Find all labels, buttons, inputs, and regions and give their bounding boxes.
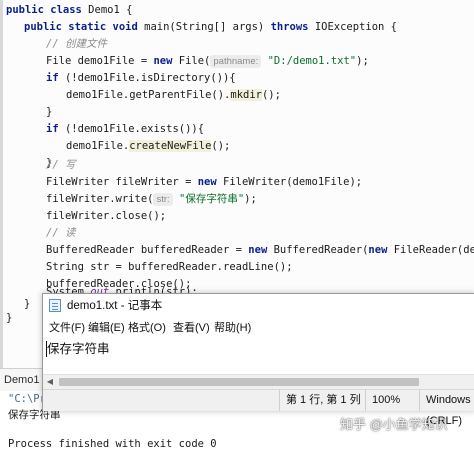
code-text: } — [46, 106, 53, 118]
code-text: String str = bufferedReader.readLine(); — [46, 261, 293, 273]
parameter-hint: pathname: — [210, 55, 262, 68]
code-text: demo1File. — [66, 140, 130, 152]
notepad-text-area[interactable]: 保存字符串 — [45, 340, 110, 358]
string-literal: "保存字符串" — [179, 193, 245, 205]
code-text: (); — [211, 140, 231, 152]
code-line-13: fileWriter.write(str: "保存字符串"); — [46, 191, 257, 208]
string-literal: "D:/demo1.txt" — [267, 55, 357, 67]
code-line-16: BufferedReader bufferedReader = new Buff… — [46, 242, 474, 259]
code-text: fileWriter.write( — [46, 193, 154, 205]
code-line-comment-write: // 写 — [46, 157, 75, 174]
code-text: fileWriter.close(); — [46, 210, 167, 222]
notepad-menubar: 文件(F) 编辑(E) 格式(O) 查看(V) 帮助(H) — [43, 318, 474, 338]
code-line-21: } — [6, 310, 12, 327]
watermark: 知乎 @小鱼学知识 — [340, 417, 448, 432]
parameter-hint: str: — [153, 193, 173, 206]
notepad-titlebar[interactable]: demo1.txt - 记事本 — [43, 294, 474, 318]
highlighted-method: mkdir — [230, 89, 262, 101]
code-text: FileWriter(demo1File); — [216, 176, 363, 188]
status-zoom: 100% — [365, 390, 400, 411]
keyword: public static void — [24, 21, 138, 33]
code-text: BufferedReader( — [267, 244, 369, 256]
keyword: new — [368, 244, 388, 256]
code-text: ); — [356, 55, 369, 67]
comment: // 写 — [46, 159, 76, 171]
code-line-4: File demo1File = new File(pathname: "D:/… — [46, 53, 369, 70]
keyword: public class — [6, 4, 82, 16]
comment: // 读 — [46, 227, 76, 239]
scroll-left-arrow-icon[interactable]: ◀ — [43, 375, 57, 389]
code-text: FileReader(demo1File)); — [393, 244, 474, 256]
code-text: ); — [244, 193, 257, 205]
code-text: } — [24, 298, 31, 310]
notepad-title: demo1.txt - 记事本 — [67, 300, 163, 312]
code-line-17: String str = bufferedReader.readLine(); — [46, 259, 293, 276]
code-text: Demo1 { — [81, 4, 133, 16]
comment: // 创建文件 — [46, 38, 107, 50]
code-text: (); — [261, 89, 281, 101]
status-line-ending: Windows (CRLF) — [419, 390, 474, 427]
notepad-icon — [49, 299, 61, 312]
code-line-1: public class Demo1 { — [6, 2, 132, 19]
notepad-window[interactable]: demo1.txt - 记事本 文件(F) 编辑(E) 格式(O) 查看(V) … — [42, 293, 474, 427]
code-line-20: } — [24, 296, 30, 313]
code-text: main(String[] args) — [137, 21, 271, 33]
notepad-statusbar: 第 1 行, 第 1 列 100% Windows (CRLF) — [43, 389, 474, 427]
code-line-15: // 读 — [46, 225, 75, 242]
code-line-6: demo1File.getParentFile().mkdir(); — [66, 87, 281, 104]
status-cursor-position: 第 1 行, 第 1 列 — [279, 390, 361, 411]
code-text: demo1File.getParentFile(). — [66, 89, 231, 101]
keyword: if — [46, 123, 59, 135]
code-line-12: FileWriter fileWriter = new FileWriter(d… — [46, 174, 362, 191]
code-text: IOException { — [308, 21, 398, 33]
console-command-line: "C:\Pr — [8, 393, 46, 405]
code-line-5: if (!demo1File.isDirectory()){ — [46, 70, 236, 87]
keyword: new — [248, 244, 268, 256]
code-text: (!demo1File.isDirectory()){ — [58, 72, 236, 84]
code-text: (!demo1File.exists()){ — [58, 123, 205, 135]
keyword: if — [46, 72, 59, 84]
menu-file[interactable]: 文件(F) — [49, 318, 85, 338]
code-text: FileWriter fileWriter = — [46, 176, 198, 188]
keyword: new — [197, 176, 217, 188]
scrollbar-thumb[interactable] — [59, 378, 419, 386]
gutter — [0, 0, 3, 368]
code-line-8: if (!demo1File.exists()){ — [46, 121, 204, 138]
code-line-3: // 创建文件 — [46, 36, 107, 53]
horizontal-scrollbar[interactable]: ◀ — [43, 374, 474, 389]
code-text: File demo1File = — [46, 55, 154, 67]
run-tab-demo1[interactable]: Demo1 — [0, 369, 47, 391]
menu-edit[interactable]: 编辑(E) — [88, 318, 125, 338]
keyword: new — [153, 55, 173, 67]
code-text: File( — [172, 55, 211, 67]
code-line-7: } — [46, 104, 52, 121]
code-line-14: fileWriter.close(); — [46, 208, 166, 225]
text-caret — [46, 341, 47, 357]
highlighted-method: createNewFile — [129, 140, 212, 152]
code-text: } — [6, 312, 13, 324]
menu-view[interactable]: 查看(V) — [173, 318, 210, 338]
console-exit-message: Process finished with exit code 0 — [8, 438, 217, 450]
menu-help[interactable]: 帮助(H) — [214, 318, 251, 338]
code-text: BufferedReader bufferedReader = — [46, 244, 249, 256]
menu-format[interactable]: 格式(O) — [128, 318, 166, 338]
code-line-9: demo1File.createNewFile(); — [66, 138, 230, 155]
code-line-2: public static void main(String[] args) t… — [24, 19, 397, 36]
keyword: throws — [270, 21, 309, 33]
